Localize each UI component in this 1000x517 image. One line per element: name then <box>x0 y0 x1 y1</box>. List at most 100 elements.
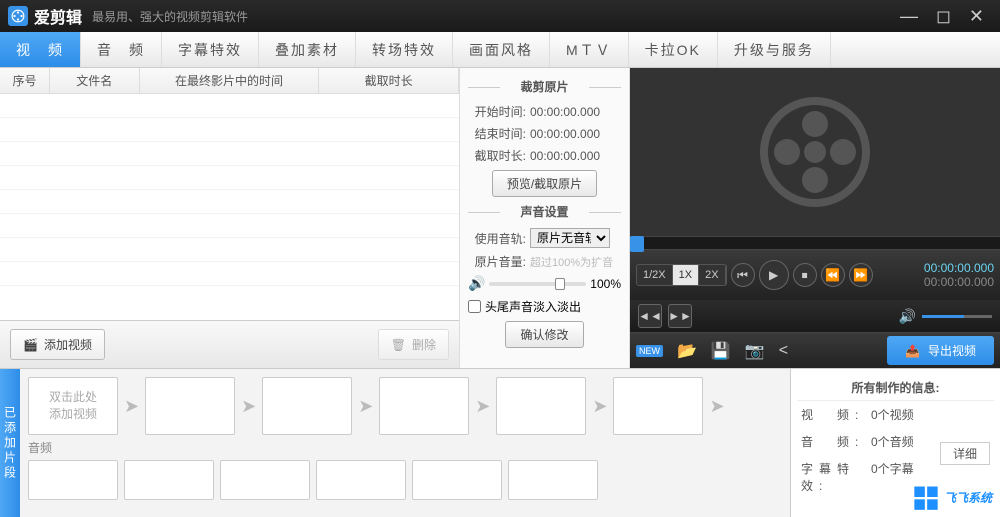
col-time: 在最终影片中的时间 <box>140 68 320 93</box>
info-video-label: 视 频: <box>801 406 871 423</box>
clip-slot[interactable] <box>262 377 352 435</box>
audio-slot[interactable] <box>28 460 118 500</box>
info-audio-value: 0个音频 <box>871 433 914 450</box>
info-subtitle-value: 0个字幕 <box>871 460 914 494</box>
detail-button[interactable]: 详细 <box>940 442 990 465</box>
track-label: 使用音轨: <box>468 230 526 247</box>
speaker-icon: 🔊 <box>468 275 485 292</box>
open-folder-icon[interactable]: 📂 <box>677 341 697 361</box>
tab-subtitle[interactable]: 字幕特效 <box>162 32 259 67</box>
volume-hint: 超过100%为扩音 <box>530 254 613 270</box>
play-button[interactable]: ▶ <box>759 260 789 290</box>
export-label: 导出视频 <box>928 342 976 359</box>
tab-audio[interactable]: 音 频 <box>81 32 162 67</box>
info-video-value: 0个视频 <box>871 406 914 423</box>
audio-slot[interactable] <box>124 460 214 500</box>
info-subtitle-label: 字幕特效: <box>801 460 871 494</box>
arrow-icon: ➤ <box>709 396 724 417</box>
arrow-icon: ➤ <box>358 396 373 417</box>
clip-slot[interactable] <box>496 377 586 435</box>
start-time-value[interactable]: 00:00:00.000 <box>530 105 600 119</box>
step-back-button[interactable]: ⏪ <box>821 263 845 287</box>
share-icon[interactable]: < <box>779 342 788 360</box>
tab-transition[interactable]: 转场特效 <box>356 32 453 67</box>
export-video-button[interactable]: 📤 导出视频 <box>887 336 994 365</box>
add-clip-placeholder[interactable]: 双击此处 添加视频 <box>28 377 118 435</box>
step-fwd-button[interactable]: ⏩ <box>849 263 873 287</box>
speed-half[interactable]: 1/2X <box>637 265 673 285</box>
tab-karaoke[interactable]: 卡拉OK <box>629 32 718 67</box>
speed-1x[interactable]: 1X <box>673 265 699 285</box>
duration-label: 截取时长: <box>468 147 526 164</box>
clip-grid[interactable] <box>0 94 459 320</box>
main-tabs: 视 频 音 频 字幕特效 叠加素材 转场特效 画面风格 MＴＶ 卡拉OK 升级与… <box>0 32 1000 68</box>
duration-value: 00:00:00.000 <box>530 149 600 163</box>
next-clip-button[interactable]: ►► <box>668 304 692 328</box>
film-reel-icon <box>760 97 870 207</box>
tab-overlay[interactable]: 叠加素材 <box>259 32 356 67</box>
snapshot-icon[interactable]: 📷 <box>745 341 765 361</box>
tab-video[interactable]: 视 频 <box>0 32 81 67</box>
added-clips-tab[interactable]: 已添加片段 <box>0 369 20 517</box>
audio-track-select[interactable]: 原片无音轨 <box>530 228 610 248</box>
speed-toggle: 1/2X 1X 2X <box>636 264 727 286</box>
arrow-icon: ➤ <box>241 396 256 417</box>
maximize-button[interactable]: ◻ <box>936 6 951 27</box>
player-speaker-icon: 🔊 <box>899 308 916 325</box>
progress-bar[interactable] <box>630 236 1000 250</box>
player-volume-slider[interactable] <box>922 315 992 318</box>
clip-slot[interactable] <box>379 377 469 435</box>
tab-upgrade[interactable]: 升级与服务 <box>718 32 831 67</box>
confirm-button[interactable]: 确认修改 <box>505 321 583 348</box>
col-index: 序号 <box>0 68 50 93</box>
app-title: 爱剪辑 <box>34 4 82 28</box>
clip-list-panel: 序号 文件名 在最终影片中的时间 截取时长 🎬 添加视频 🗑 删除 <box>0 68 460 368</box>
col-duration: 截取时长 <box>319 68 459 93</box>
delete-label: 删除 <box>412 336 436 353</box>
info-audio-label: 音 频: <box>801 433 871 450</box>
sound-section-title: 声音设置 <box>468 203 621 220</box>
export-icon: 📤 <box>905 344 920 358</box>
volume-slider[interactable] <box>489 282 586 286</box>
add-video-label: 添加视频 <box>44 336 92 353</box>
audio-slot[interactable] <box>316 460 406 500</box>
info-title: 所有制作的信息: <box>797 375 994 401</box>
delete-button[interactable]: 🗑 删除 <box>378 329 449 360</box>
preview-trim-button[interactable]: 预览/截取原片 <box>492 170 597 197</box>
prev-frame-button[interactable]: ⏮ <box>731 263 755 287</box>
trim-section-title: 裁剪原片 <box>468 78 621 95</box>
stop-button[interactable]: ⏹ <box>793 263 817 287</box>
titlebar: 爱剪辑 最易用、强大的视频剪辑软件 — ◻ ✕ <box>0 0 1000 32</box>
tab-mtv[interactable]: MＴＶ <box>550 32 629 67</box>
film-icon: 🎬 <box>23 338 38 352</box>
arrow-icon: ➤ <box>124 396 139 417</box>
arrow-icon: ➤ <box>475 396 490 417</box>
save-icon[interactable]: 💾 <box>711 341 731 361</box>
clip-slot[interactable] <box>613 377 703 435</box>
fade-label: 头尾声音淡入淡出 <box>485 298 581 315</box>
video-preview[interactable] <box>630 68 1000 236</box>
audio-slot[interactable] <box>508 460 598 500</box>
new-badge-icon[interactable]: NEW <box>636 345 663 357</box>
fade-checkbox[interactable]: 头尾声音淡入淡出 <box>468 298 621 315</box>
watermark: 飞飞系统 <box>912 483 992 511</box>
audio-slot[interactable] <box>412 460 502 500</box>
settings-panel: 裁剪原片 开始时间:00:00:00.000 结束时间:00:00:00.000… <box>460 68 630 368</box>
prev-clip-button[interactable]: ◄◄ <box>638 304 662 328</box>
end-time-value[interactable]: 00:00:00.000 <box>530 127 600 141</box>
clip-slot[interactable] <box>145 377 235 435</box>
col-filename: 文件名 <box>50 68 140 93</box>
minimize-button[interactable]: — <box>900 6 918 27</box>
close-button[interactable]: ✕ <box>969 6 984 27</box>
audio-track-label: 音频 <box>28 439 782 456</box>
audio-slot[interactable] <box>220 460 310 500</box>
add-video-button[interactable]: 🎬 添加视频 <box>10 329 105 360</box>
arrow-icon: ➤ <box>592 396 607 417</box>
speed-2x[interactable]: 2X <box>699 265 725 285</box>
app-subtitle: 最易用、强大的视频剪辑软件 <box>92 8 248 25</box>
trash-icon: 🗑 <box>391 338 406 352</box>
tab-style[interactable]: 画面风格 <box>453 32 550 67</box>
time-display: 00:00:00.000 00:00:00.000 <box>924 261 994 289</box>
volume-label: 原片音量: <box>468 253 526 270</box>
timeline: 双击此处 添加视频 ➤ ➤ ➤ ➤ ➤ ➤ 音频 <box>20 369 790 517</box>
